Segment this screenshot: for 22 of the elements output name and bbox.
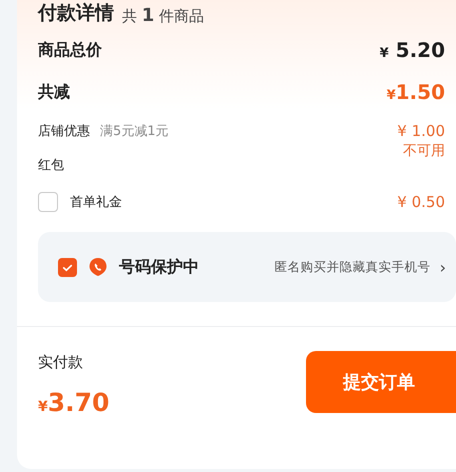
total-label: 商品总价 [38, 40, 102, 60]
total-amount: ¥ 5.20 [380, 38, 445, 62]
pay-amount: ¥3.70 [38, 388, 110, 417]
promo-note: 满5元减1元 [100, 123, 169, 140]
gift-label: 首单礼金 [70, 194, 122, 211]
protection-checkbox[interactable] [58, 258, 77, 276]
chevron-right-icon: › [440, 258, 446, 276]
protection-description: 匿名购买并隐藏真实手机号 [274, 258, 431, 276]
item-count: 共 1 件商品 [122, 5, 204, 26]
store-promo-value: ¥ 1.00 [397, 122, 445, 140]
shield-phone-icon [88, 257, 108, 277]
protection-title: 号码保护中 [119, 256, 199, 278]
discount-label: 共减 [38, 82, 70, 102]
discount-amount: ¥1.50 [386, 80, 445, 104]
hongbao-label: 红包 [38, 157, 64, 174]
section-title: 付款详情 [38, 1, 114, 26]
gift-checkbox[interactable] [38, 192, 58, 212]
gift-value: ¥ 0.50 [397, 193, 445, 211]
pay-label: 实付款 [38, 353, 84, 372]
number-protection-panel[interactable]: 号码保护中 匿名购买并隐藏真实手机号 › [38, 232, 456, 302]
store-promo-label: 店铺优惠 [38, 123, 90, 140]
hongbao-status: 不可用 [403, 142, 445, 160]
